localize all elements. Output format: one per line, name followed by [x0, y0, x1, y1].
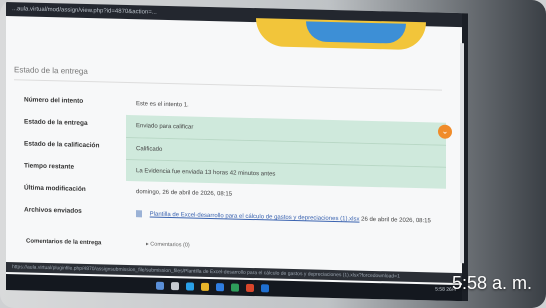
excel-icon[interactable] — [231, 283, 239, 292]
help-chevron-icon[interactable]: ⌄ — [438, 124, 452, 139]
row-label: Archivos enviados — [24, 206, 82, 215]
section-divider — [14, 79, 442, 91]
row-label: Número del intento — [24, 96, 84, 105]
search-icon[interactable] — [171, 282, 179, 291]
file-date: 26 de abril de 2026, 08:15 — [361, 216, 431, 225]
edge-browser-icon[interactable] — [186, 282, 194, 291]
scrollbar[interactable] — [460, 43, 464, 264]
row-label: Estado de la entrega — [24, 118, 88, 127]
submission-status-table: Número del intento Este es el intento 1.… — [16, 90, 446, 233]
submitted-file-link[interactable]: Plantilla de Excel-desarrollo para el cá… — [150, 212, 360, 223]
comments-toggle[interactable]: ▸ Comentarios (0) — [146, 241, 190, 248]
folder-icon[interactable] — [201, 282, 209, 291]
row-label: Última modificación — [24, 184, 86, 193]
store-icon[interactable] — [216, 283, 224, 292]
app-icon[interactable] — [246, 283, 254, 293]
comments-label: Comentarios de la entrega — [26, 238, 102, 247]
file-icon — [136, 210, 142, 218]
photo-frame: ...aula.virtual/mod/assign/view.php?id=4… — [0, 0, 546, 308]
header-decoration-blue — [306, 21, 406, 44]
word-icon[interactable] — [261, 284, 269, 293]
capture-time-overlay: 5:58 a. m. — [451, 273, 532, 293]
section-title: Estado de la entrega — [14, 65, 88, 77]
laptop-screen: ...aula.virtual/mod/assign/view.php?id=4… — [6, 2, 468, 302]
row-label: Estado de la calificación — [24, 140, 100, 150]
row-label: Tiempo restante — [24, 162, 75, 171]
windows-start-icon[interactable] — [156, 281, 164, 290]
